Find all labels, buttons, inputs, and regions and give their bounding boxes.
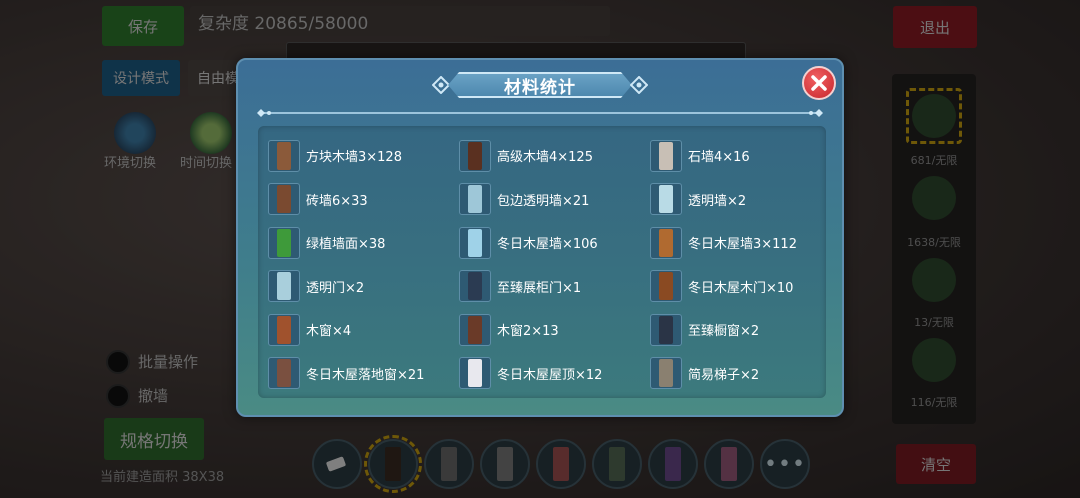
glass-wall-icon: [650, 183, 682, 216]
material-item: 包边透明墙×21: [459, 178, 650, 222]
material-item: 透明墙×2: [650, 178, 830, 222]
material-label: 砖墙6×33: [306, 193, 368, 209]
material-label: 透明墙×2: [688, 193, 747, 209]
ornament-icon: [432, 76, 450, 94]
close-x-icon: [811, 75, 827, 91]
wood-window-2-icon: [459, 313, 491, 346]
material-swatch: [468, 359, 482, 388]
material-item: 冬日木屋落地窗×21: [268, 352, 459, 396]
simple-ladder-icon: [650, 357, 682, 390]
material-label: 木窗×4: [306, 324, 352, 340]
material-swatch: [277, 315, 291, 344]
material-label: 绿植墙面×38: [306, 237, 386, 253]
material-swatch: [468, 272, 482, 301]
material-label: 冬日木屋落地窗×21: [306, 367, 425, 383]
material-label: 木窗2×13: [497, 324, 559, 340]
material-label: 方块木墙3×128: [306, 150, 402, 166]
material-label: 高级木墙4×125: [497, 150, 593, 166]
divider-ornament-icon: [809, 109, 823, 117]
material-swatch: [659, 315, 673, 344]
material-item: 冬日木屋墙3×112: [650, 221, 830, 265]
material-swatch: [659, 359, 673, 388]
material-swatch: [277, 228, 291, 257]
material-swatch: [659, 272, 673, 301]
material-swatch: [468, 315, 482, 344]
material-swatch: [277, 272, 291, 301]
materials-panel: 方块木墙3×128 高级木墙4×125 石墙4×16 砖墙6×33 包边透明墙×21 透明…: [258, 126, 826, 398]
material-label: 至臻橱窗×2: [688, 324, 760, 340]
material-label: 透明门×2: [306, 280, 365, 296]
brick-wall-icon: [268, 183, 300, 216]
materials-grid: 方块木墙3×128 高级木墙4×125 石墙4×16 砖墙6×33 包边透明墙×21 透明…: [268, 134, 822, 390]
material-item: 透明门×2: [268, 265, 459, 309]
material-item: 冬日木屋墙×106: [459, 221, 650, 265]
material-item: 方块木墙3×128: [268, 134, 459, 178]
material-swatch: [468, 141, 482, 170]
material-swatch: [659, 185, 673, 214]
material-swatch: [468, 228, 482, 257]
material-label: 至臻展柜门×1: [497, 280, 582, 296]
material-item: 冬日木屋屋顶×12: [459, 352, 650, 396]
wood-window-icon: [268, 313, 300, 346]
material-swatch: [468, 185, 482, 214]
material-label: 包边透明墙×21: [497, 193, 590, 209]
winter-cabin-door-icon: [650, 270, 682, 303]
material-label: 冬日木屋墙3×112: [688, 237, 797, 253]
material-swatch: [277, 141, 291, 170]
material-label: 石墙4×16: [688, 150, 750, 166]
material-swatch: [277, 359, 291, 388]
material-label: 冬日木屋墙×106: [497, 237, 598, 253]
winter-cabin-wall-3-icon: [650, 226, 682, 259]
material-item: 至臻展柜门×1: [459, 265, 650, 309]
material-label: 简易梯子×2: [688, 367, 760, 383]
close-button[interactable]: [802, 66, 836, 100]
block-wood-wall-icon: [268, 139, 300, 172]
material-item: 高级木墙4×125: [459, 134, 650, 178]
stone-wall-icon: [650, 139, 682, 172]
material-label: 冬日木屋木门×10: [688, 280, 794, 296]
material-item: 绿植墙面×38: [268, 221, 459, 265]
material-stats-dialog: 材料统计 方块木墙3×128 高级木墙4×125 石墙4×16 砖墙6×33 包边透明墙…: [236, 58, 844, 417]
material-item: 砖墙6×33: [268, 178, 459, 222]
winter-cabin-french-window-icon: [268, 357, 300, 390]
framed-glass-wall-icon: [459, 183, 491, 216]
dialog-title-plate: 材料统计: [432, 68, 648, 102]
title-divider: [260, 112, 820, 114]
winter-cabin-wall-icon: [459, 226, 491, 259]
material-swatch: [277, 185, 291, 214]
deluxe-showcase-door-icon: [459, 270, 491, 303]
glass-door-icon: [268, 270, 300, 303]
material-swatch: [659, 141, 673, 170]
material-item: 至臻橱窗×2: [650, 308, 830, 352]
divider-ornament-icon: [257, 109, 271, 117]
material-swatch: [659, 228, 673, 257]
deluxe-display-window-icon: [650, 313, 682, 346]
winter-cabin-roof-icon: [459, 357, 491, 390]
ornament-icon: [630, 76, 648, 94]
plant-wall-icon: [268, 226, 300, 259]
material-item: 石墙4×16: [650, 134, 830, 178]
material-item: 冬日木屋木门×10: [650, 265, 830, 309]
material-item: 简易梯子×2: [650, 352, 830, 396]
material-item: 木窗×4: [268, 308, 459, 352]
dialog-title: 材料统计: [504, 77, 576, 98]
premium-wood-wall-icon: [459, 139, 491, 172]
material-label: 冬日木屋屋顶×12: [497, 367, 603, 383]
material-item: 木窗2×13: [459, 308, 650, 352]
